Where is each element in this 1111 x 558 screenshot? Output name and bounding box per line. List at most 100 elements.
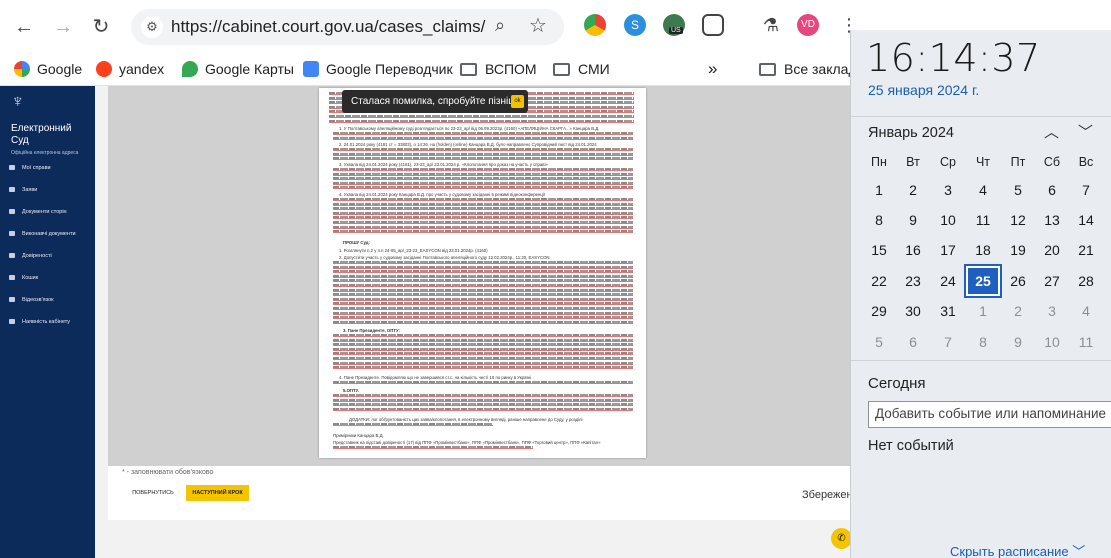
calendar-day[interactable]: 6 xyxy=(1035,175,1069,205)
user-icon xyxy=(9,319,15,324)
calendar-day[interactable]: 18 xyxy=(966,235,1000,265)
calendar-day[interactable]: 9 xyxy=(896,205,930,235)
calendar-day[interactable]: 27 xyxy=(1035,266,1069,296)
folder-icon xyxy=(460,63,477,76)
calendar-day[interactable]: 6 xyxy=(896,327,930,357)
calendar-day[interactable]: 28 xyxy=(1069,266,1103,296)
chat-icon[interactable]: ✆ xyxy=(831,528,852,549)
calendar-day[interactable]: 20 xyxy=(1035,235,1069,265)
calendar-day[interactable]: 8 xyxy=(862,205,896,235)
calendar-day[interactable]: 19 xyxy=(1001,235,1035,265)
calendar-day[interactable]: 24 xyxy=(931,266,965,296)
calendar-day[interactable]: 7 xyxy=(931,327,965,357)
calendar-day[interactable]: 30 xyxy=(896,296,930,326)
bookmark-folder-vspom[interactable]: ВСПОМ xyxy=(460,58,537,80)
calendar-day[interactable]: 3 xyxy=(931,175,965,205)
calendar-day[interactable]: 4 xyxy=(966,175,1000,205)
calendar-day[interactable]: 21 xyxy=(1069,235,1103,265)
calendar-day[interactable]: 8 xyxy=(966,327,1000,357)
calendar-day[interactable]: 2 xyxy=(1001,296,1035,326)
calendar-day[interactable]: 11 xyxy=(966,205,1000,235)
back-arrow-icon[interactable]: ← xyxy=(10,13,38,41)
document-page[interactable]: 1. У Полтавському апеляційному суді розг… xyxy=(319,88,646,458)
weekday-label: Ср xyxy=(940,155,956,169)
bookmark-google[interactable]: Google xyxy=(14,58,82,80)
bookmark-folder-smi[interactable]: СМИ xyxy=(553,58,610,80)
site-settings-icon[interactable]: ⚙ xyxy=(141,16,163,38)
bookmark-label: Google Переводчик xyxy=(326,61,453,77)
shazam-extension-icon[interactable]: S xyxy=(624,14,646,36)
calendar-day[interactable]: 1 xyxy=(966,296,1000,326)
vpn-extension-icon[interactable]: US xyxy=(663,14,685,36)
doc-paragraph xyxy=(333,168,633,190)
calendar-day[interactable]: 5 xyxy=(1001,175,1035,205)
executive-icon xyxy=(9,231,15,236)
calendar-day[interactable]: 31 xyxy=(931,296,965,326)
calendar-day[interactable]: 11 xyxy=(1069,327,1103,357)
forward-arrow-icon[interactable]: → xyxy=(49,13,77,41)
back-button[interactable]: ПОВЕРНУТИСЬ xyxy=(126,485,180,501)
bookmark-google-maps[interactable]: Google Карты xyxy=(182,58,294,80)
calendar-day[interactable]: 5 xyxy=(862,327,896,357)
toast-ok-button[interactable]: ok xyxy=(511,95,524,108)
calendar-day[interactable]: 23 xyxy=(896,266,930,296)
sidebar-brand: Електронний Суд xyxy=(11,123,72,146)
bookmark-yandex[interactable]: yandex xyxy=(96,58,164,80)
chevron-down-icon[interactable]: ﹀ xyxy=(1078,121,1093,142)
calendar-day[interactable]: 3 xyxy=(1035,296,1069,326)
calendar-day-today[interactable]: 25 xyxy=(964,264,1002,298)
calendar-day[interactable]: 22 xyxy=(862,266,896,296)
calendar-day[interactable]: 4 xyxy=(1069,296,1103,326)
weekday-label: Вт xyxy=(906,155,920,169)
calendar-day[interactable]: 10 xyxy=(1035,327,1069,357)
doc-paragraph xyxy=(333,198,633,234)
extensions-puzzle-icon[interactable] xyxy=(702,14,724,36)
sidebar-item-label: Мої справи xyxy=(22,165,51,171)
calendar-day[interactable]: 17 xyxy=(931,235,965,265)
add-event-input[interactable]: Добавить событие или напоминание xyxy=(868,401,1111,428)
sidebar-item-cabinet[interactable]: Наявність кабінету xyxy=(9,319,70,325)
calendar-day[interactable]: 16 xyxy=(896,235,930,265)
calendar-day[interactable]: 12 xyxy=(1001,205,1035,235)
calendar-day[interactable]: 15 xyxy=(862,235,896,265)
sidebar-item-video[interactable]: Відеозв'язок xyxy=(9,297,54,303)
sidebar-item-my-cases[interactable]: Мої справи xyxy=(9,165,51,171)
form-card: 1. У Полтавському апеляційному суді розг… xyxy=(108,86,874,520)
reload-icon[interactable]: ↻ xyxy=(87,13,115,41)
profile-avatar[interactable]: VD xyxy=(797,14,819,36)
clock-date[interactable]: 25 января 2024 г. xyxy=(868,82,979,98)
weekday-label: Пт xyxy=(1010,155,1026,169)
sidebar-item-power-of-attorney[interactable]: Довіреності xyxy=(9,253,52,259)
folder-icon xyxy=(553,63,570,76)
chrome-extension-icon[interactable] xyxy=(584,14,606,36)
calendar-day[interactable]: 2 xyxy=(896,175,930,205)
doc-paragraph xyxy=(333,423,493,426)
chevron-up-icon[interactable]: ︿ xyxy=(1044,121,1059,142)
bookmark-label: Google Карты xyxy=(205,61,294,77)
calendar-day[interactable]: 13 xyxy=(1035,205,1069,235)
sidebar-item-executive-docs[interactable]: Виконавчі документи xyxy=(9,231,76,237)
sidebar-item-wallet[interactable]: Кошик xyxy=(9,275,38,281)
zoom-icon[interactable]: ⌕ xyxy=(495,15,505,36)
calendar-month-title[interactable]: Январь 2024 xyxy=(868,125,954,141)
no-events-text: Нет событий xyxy=(868,438,954,454)
labs-flask-icon[interactable]: ⚗ xyxy=(760,14,782,36)
next-step-button[interactable]: НАСТУПНИЙ КРОК xyxy=(186,485,249,501)
calendar-day[interactable]: 26 xyxy=(1001,266,1035,296)
bookmarks-overflow-icon[interactable]: » xyxy=(708,58,717,80)
calendar-day[interactable]: 1 xyxy=(862,175,896,205)
sidebar-item-party-docs[interactable]: Документи сторін xyxy=(9,209,67,215)
bookmark-star-icon[interactable]: ☆ xyxy=(529,13,547,38)
calendar-day[interactable]: 14 xyxy=(1069,205,1103,235)
bookmark-label: yandex xyxy=(119,61,165,77)
calendar-day[interactable]: 9 xyxy=(1001,327,1035,357)
address-bar[interactable]: ⚙ https://cabinet.court.gov.ua/cases_cla… xyxy=(131,9,564,45)
calendar-day[interactable]: 7 xyxy=(1069,175,1103,205)
doc-line: 4. Пане Президенте. Повідомляю що не зав… xyxy=(339,375,531,380)
bookmark-google-translate[interactable]: Google Переводчик xyxy=(303,58,453,80)
hide-schedule-link[interactable]: Скрыть расписание ﹀ xyxy=(950,541,1085,558)
url-text[interactable]: https://cabinet.court.gov.ua/cases_claim… xyxy=(171,17,486,37)
sidebar-item-claims[interactable]: Заяви xyxy=(9,187,37,193)
calendar-day[interactable]: 10 xyxy=(931,205,965,235)
calendar-day[interactable]: 29 xyxy=(862,296,896,326)
